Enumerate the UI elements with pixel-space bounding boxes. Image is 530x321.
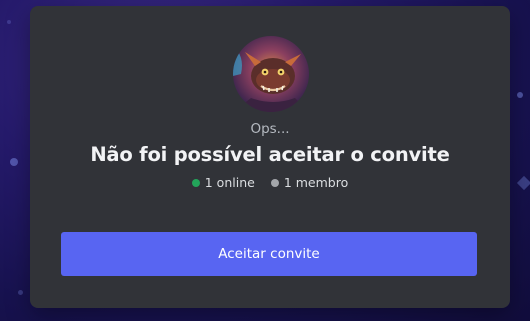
online-status-icon (191, 178, 200, 187)
member-count: 1 membro (270, 175, 349, 190)
background-particle (10, 158, 18, 166)
invite-modal: Ops... Não foi possível aceitar o convit… (30, 6, 510, 308)
server-member-counts: 1 online 1 membro (30, 175, 510, 190)
member-count-label: 1 membro (283, 175, 349, 190)
member-status-icon (270, 178, 279, 187)
server-avatar-icon (233, 36, 309, 112)
background-particle (7, 20, 11, 24)
background-particle (18, 290, 23, 295)
accept-invite-button[interactable]: Aceitar convite (61, 232, 477, 276)
invite-error-title: Não foi possível aceitar o convite (90, 143, 450, 166)
background-particle (516, 175, 530, 191)
background-particle (517, 92, 523, 98)
online-count-label: 1 online (204, 175, 255, 190)
invite-eyebrow: Ops... (250, 121, 290, 137)
online-count: 1 online (191, 175, 255, 190)
